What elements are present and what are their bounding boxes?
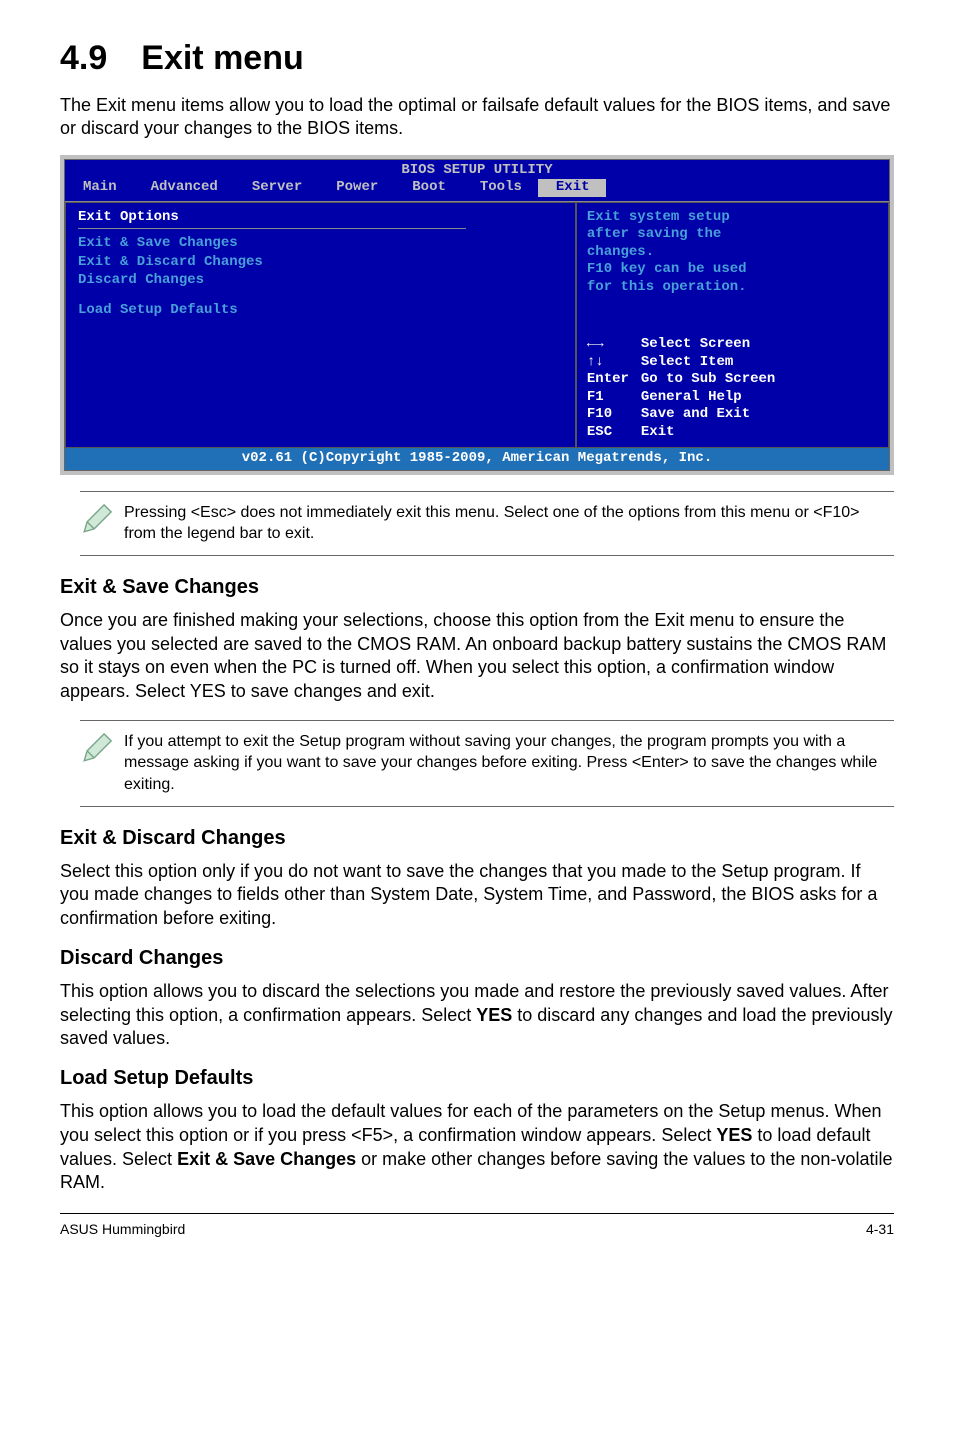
- pencil-icon: [80, 502, 124, 542]
- bios-key-desc: Save and Exit: [641, 406, 750, 422]
- bios-key-desc: Select Item: [641, 354, 733, 370]
- bold-exit-save: Exit & Save Changes: [177, 1149, 356, 1169]
- bios-key-row: ESCExit: [587, 424, 878, 442]
- subheading-load-defaults: Load Setup Defaults: [60, 1065, 894, 1092]
- bios-help-pane: Exit system setup after saving the chang…: [576, 202, 889, 449]
- bios-inner: BIOS SETUP UTILITY Main Advanced Server …: [64, 159, 890, 471]
- note-block: If you attempt to exit the Setup program…: [80, 720, 894, 807]
- bios-tab-boot: Boot: [394, 179, 462, 197]
- section-title-text: Exit menu: [141, 39, 303, 77]
- section-lead: The Exit menu items allow you to load th…: [60, 94, 894, 141]
- bios-key-row: F10Save and Exit: [587, 406, 878, 424]
- bios-key-desc: Select Screen: [641, 336, 750, 352]
- bios-help-line: changes.: [587, 244, 878, 262]
- bios-option-load-defaults: Load Setup Defaults: [78, 302, 563, 320]
- bios-tabs: Main Advanced Server Power Boot Tools Ex…: [65, 179, 889, 201]
- paragraph: This option allows you to discard the se…: [60, 980, 894, 1051]
- pencil-icon: [80, 731, 124, 771]
- bios-help-text: Exit system setup after saving the chang…: [587, 209, 878, 297]
- bios-option-discard: Discard Changes: [78, 272, 563, 290]
- bios-key: ←→: [587, 336, 641, 354]
- bios-tab-power: Power: [318, 179, 394, 197]
- bold-yes: YES: [476, 1005, 512, 1025]
- bios-key: ESC: [587, 424, 641, 442]
- bios-title: BIOS SETUP UTILITY: [65, 160, 889, 180]
- bios-tab-exit: Exit: [538, 179, 606, 197]
- bios-tab-advanced: Advanced: [133, 179, 234, 197]
- bios-key-row: EnterGo to Sub Screen: [587, 371, 878, 389]
- bios-key-desc: General Help: [641, 389, 742, 405]
- bios-help-line: F10 key can be used: [587, 261, 878, 279]
- section-heading: 4.9 Exit menu: [60, 36, 894, 82]
- bios-key: ↑↓: [587, 354, 641, 372]
- bios-help-line: Exit system setup: [587, 209, 878, 227]
- paragraph: Once you are finished making your select…: [60, 609, 894, 704]
- bios-help-line: for this operation.: [587, 279, 878, 297]
- bios-keys: ←→Select Screen ↑↓Select Item EnterGo to…: [587, 336, 878, 441]
- footer-product: ASUS Hummingbird: [60, 1220, 185, 1239]
- bios-screenshot: BIOS SETUP UTILITY Main Advanced Server …: [60, 155, 894, 475]
- bios-key-desc: Exit: [641, 424, 675, 440]
- footer-page-number: 4-31: [866, 1220, 894, 1239]
- bios-key-row: ↑↓Select Item: [587, 354, 878, 372]
- bios-help-line: after saving the: [587, 226, 878, 244]
- bios-key: Enter: [587, 371, 641, 389]
- bold-yes: YES: [716, 1125, 752, 1145]
- bios-body: Exit Options Exit & Save Changes Exit & …: [65, 201, 889, 449]
- paragraph: Select this option only if you do not wa…: [60, 860, 894, 931]
- note-text: Pressing <Esc> does not immediately exit…: [124, 502, 894, 545]
- subheading-exit-discard: Exit & Discard Changes: [60, 825, 894, 852]
- bios-tab-main: Main: [65, 179, 133, 197]
- bios-key-row: F1General Help: [587, 389, 878, 407]
- note-block: Pressing <Esc> does not immediately exit…: [80, 491, 894, 556]
- bios-key-desc: Go to Sub Screen: [641, 371, 775, 387]
- paragraph: This option allows you to load the defau…: [60, 1100, 894, 1195]
- note-text: If you attempt to exit the Setup program…: [124, 731, 894, 796]
- bios-options-header: Exit Options: [78, 209, 563, 227]
- bios-tab-server: Server: [234, 179, 318, 197]
- subheading-exit-save: Exit & Save Changes: [60, 574, 894, 601]
- page-footer: ASUS Hummingbird 4-31: [60, 1213, 894, 1239]
- bios-key: F1: [587, 389, 641, 407]
- subheading-discard: Discard Changes: [60, 945, 894, 972]
- bios-copyright: v02.61 (C)Copyright 1985-2009, American …: [65, 448, 889, 470]
- bios-key: F10: [587, 406, 641, 424]
- bios-options-pane: Exit Options Exit & Save Changes Exit & …: [65, 202, 576, 449]
- bios-option-exit-save: Exit & Save Changes: [78, 235, 563, 253]
- bios-key-row: ←→Select Screen: [587, 336, 878, 354]
- bios-tab-tools: Tools: [462, 179, 538, 197]
- bios-option-exit-discard: Exit & Discard Changes: [78, 254, 563, 272]
- bios-divider: [78, 228, 466, 229]
- section-number: 4.9: [60, 39, 107, 77]
